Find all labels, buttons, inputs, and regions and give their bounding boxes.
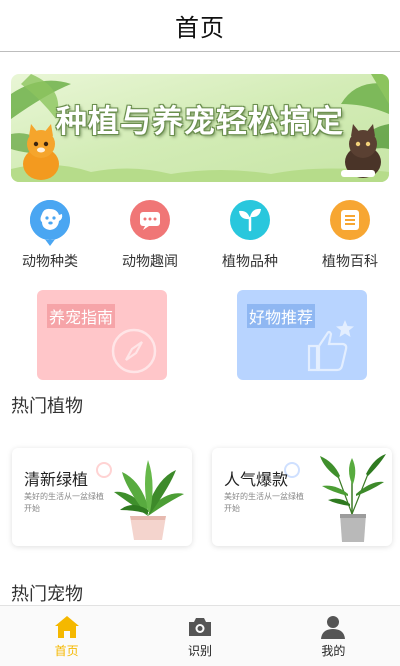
pet-guide-card[interactable]: 养宠指南 — [37, 290, 167, 380]
plant-card-desc: 美好的生活从一盆绿植开始 — [24, 492, 104, 513]
tab-recognize[interactable]: 识别 — [133, 606, 266, 666]
hot-plants-title: 热门植物 — [11, 396, 83, 417]
potted-plant-image — [320, 454, 386, 542]
thumbs-up-icon — [307, 320, 354, 372]
tab-label: 首页 — [54, 644, 79, 658]
plant-card-title: 清新绿植 — [24, 470, 89, 489]
compass-icon — [111, 328, 157, 374]
plant-card-desc: 美好的生活从一盆绿植开始 — [224, 492, 304, 513]
category-plant-encyclopedia[interactable]: 植物百科 — [302, 200, 398, 274]
category-nav: 动物种类 动物趣闻 植物品种 植物百科 — [0, 200, 400, 274]
category-animal-news[interactable]: 动物趣闻 — [102, 200, 198, 274]
category-label: 植物品种 — [222, 254, 278, 270]
dog-icon — [30, 200, 70, 246]
card-label: 养宠指南 — [47, 304, 116, 328]
bottom-tab-bar: 首页 识别 我的 — [0, 605, 400, 666]
category-label: 动物种类 — [22, 254, 78, 270]
plant-card-title: 人气爆款 — [224, 470, 289, 489]
camera-icon — [188, 618, 211, 636]
book-icon — [330, 200, 370, 240]
tab-home[interactable]: 首页 — [0, 606, 133, 666]
tab-label: 识别 — [187, 644, 212, 658]
fun-news-icon — [130, 200, 170, 240]
banner-slogan: 种植与养宠轻松搞定 — [56, 104, 344, 140]
plant-card[interactable]: 清新绿植 美好的生活从一盆绿植开始 — [12, 448, 192, 546]
category-label: 植物百科 — [322, 254, 378, 270]
top-header: 首页 — [0, 0, 400, 52]
plant-card[interactable]: 人气爆款 美好的生活从一盆绿植开始 — [212, 448, 392, 546]
tab-profile[interactable]: 我的 — [267, 606, 400, 666]
promo-banner[interactable]: 种植与养宠轻松搞定 — [11, 74, 389, 182]
potted-plant-image — [114, 460, 184, 540]
page-title: 首页 — [175, 14, 225, 42]
recommended-goods-card[interactable]: 好物推荐 — [237, 290, 367, 380]
sprout-icon — [230, 200, 270, 240]
category-plant-varieties[interactable]: 植物品种 — [202, 200, 298, 274]
category-label: 动物趣闻 — [122, 254, 178, 270]
category-animal-species[interactable]: 动物种类 — [2, 200, 98, 274]
user-icon — [321, 616, 346, 639]
home-icon — [54, 616, 79, 638]
tab-label: 我的 — [321, 644, 346, 658]
hot-pets-title: 热门宠物 — [11, 584, 83, 605]
